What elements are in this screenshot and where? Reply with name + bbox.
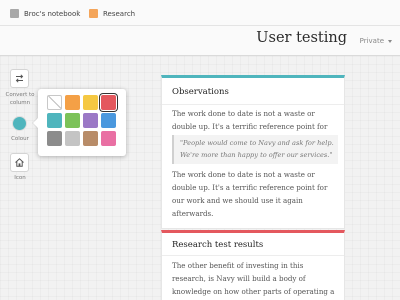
colour-picker-popover [38,89,126,156]
breadcrumb-bar: Broc's notebook › Research [0,0,400,26]
card-paragraph: The work done to date is not a waste or … [172,170,328,218]
colour-palette [47,95,116,146]
convert-to-column-label: Convert to column [5,92,35,106]
breadcrumb-notebook-label: Broc's notebook [24,9,81,18]
colour-button[interactable] [10,114,29,133]
colour-swatch-icon [12,116,27,131]
colour-swatch-light-grey[interactable] [65,131,80,146]
colour-swatch-none[interactable] [47,95,62,110]
colour-swatch-orange[interactable] [65,95,80,110]
research-test-results-card[interactable]: Research test results The other benefit … [161,230,345,300]
page-title: User testing [256,30,347,46]
research-color-icon [89,9,98,18]
breadcrumb-separator: › [77,8,80,16]
breadcrumb-research[interactable]: Research [89,8,135,19]
colour-swatch-pink[interactable] [101,131,116,146]
colour-swatch-yellow[interactable] [83,95,98,110]
privacy-dropdown[interactable]: Private [360,37,392,45]
colour-label: Colour [11,136,29,142]
card-paragraph: The other benefit of investing in this r… [172,261,335,296]
house-icon [15,158,24,167]
notebook-color-icon [10,9,19,18]
breadcrumb-notebook[interactable]: Broc's notebook [10,8,80,19]
colour-swatch-green[interactable] [65,113,80,128]
observations-card[interactable]: Observations The work done to date is no… [161,75,345,229]
page-header: User testing Private [0,26,400,56]
colour-swatch-blue[interactable] [101,113,116,128]
colour-swatch-purple[interactable] [83,113,98,128]
convert-to-column-button[interactable] [10,69,29,88]
colour-swatch-teal[interactable] [47,113,62,128]
breadcrumb-research-label: Research [103,9,136,18]
privacy-label: Private [359,37,384,45]
card-title: Observations [172,87,229,97]
convert-arrows-icon [15,74,24,83]
card-title: Research test results [172,240,264,250]
colour-swatch-red[interactable] [101,95,116,110]
card-quote: "People would come to Navy and ask for h… [172,135,338,164]
colour-swatch-brown[interactable] [83,131,98,146]
colour-swatch-dark-grey[interactable] [47,131,62,146]
card-divider [162,104,344,105]
icon-label: Icon [14,175,26,181]
icon-button[interactable] [10,153,29,172]
card-divider [162,255,344,256]
chevron-down-icon [388,39,392,43]
